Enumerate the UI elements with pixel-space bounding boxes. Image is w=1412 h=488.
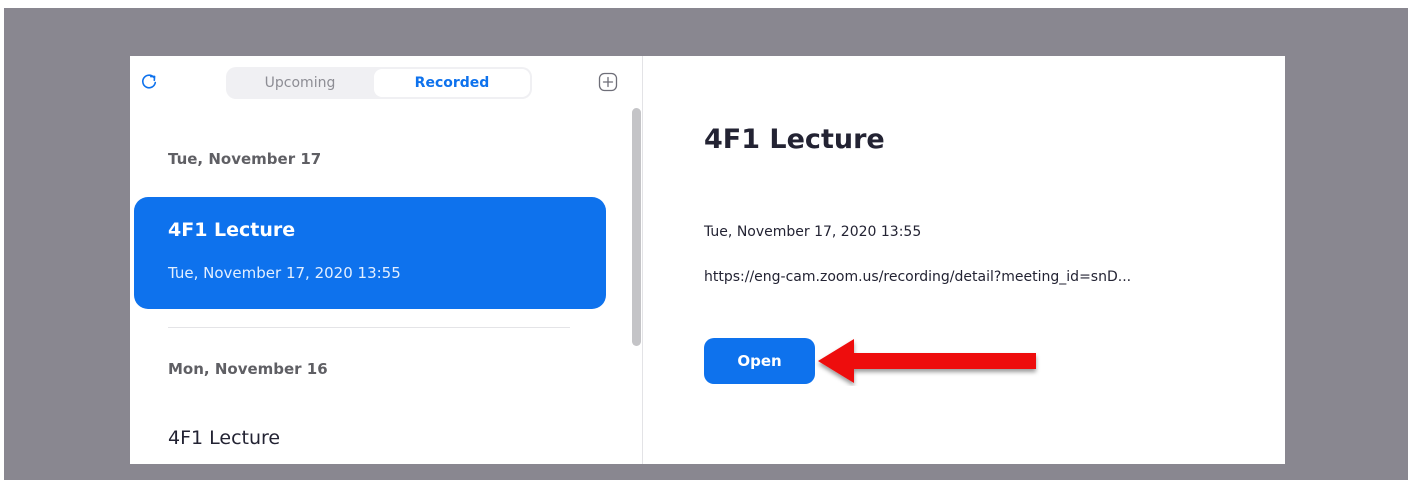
- recording-url: https://eng-cam.zoom.us/recording/detail…: [704, 269, 1132, 285]
- recordings-window: Upcoming Recorded Tue, November 17 4F1 L…: [130, 56, 1285, 464]
- date-header: Mon, November 16: [168, 360, 328, 378]
- list-scrollbar[interactable]: [630, 108, 642, 464]
- list-item-title: 4F1 Lecture: [168, 219, 296, 241]
- date-header: Tue, November 17: [168, 150, 322, 168]
- tab-recorded[interactable]: Recorded: [374, 69, 530, 97]
- open-button[interactable]: Open: [704, 338, 815, 384]
- screenshot-frame: Upcoming Recorded Tue, November 17 4F1 L…: [4, 8, 1408, 480]
- meeting-tabs: Upcoming Recorded: [226, 67, 532, 99]
- arrow-icon: [818, 339, 1036, 383]
- recording-time: Tue, November 17, 2020 13:55: [704, 224, 922, 240]
- refresh-icon[interactable]: [139, 72, 159, 92]
- scrollbar-thumb[interactable]: [632, 108, 641, 346]
- list-item-selected[interactable]: 4F1 Lecture Tue, November 17, 2020 13:55: [134, 197, 606, 309]
- recording-title: 4F1 Lecture: [704, 124, 885, 155]
- list-item[interactable]: 4F1 Lecture: [168, 427, 280, 449]
- meetings-list-pane: Upcoming Recorded Tue, November 17 4F1 L…: [130, 56, 642, 464]
- tab-upcoming[interactable]: Upcoming: [228, 69, 372, 97]
- list-divider: [168, 327, 570, 328]
- list-item-time: Tue, November 17, 2020 13:55: [168, 264, 401, 282]
- add-icon[interactable]: [598, 72, 618, 92]
- pane-divider: [642, 56, 643, 464]
